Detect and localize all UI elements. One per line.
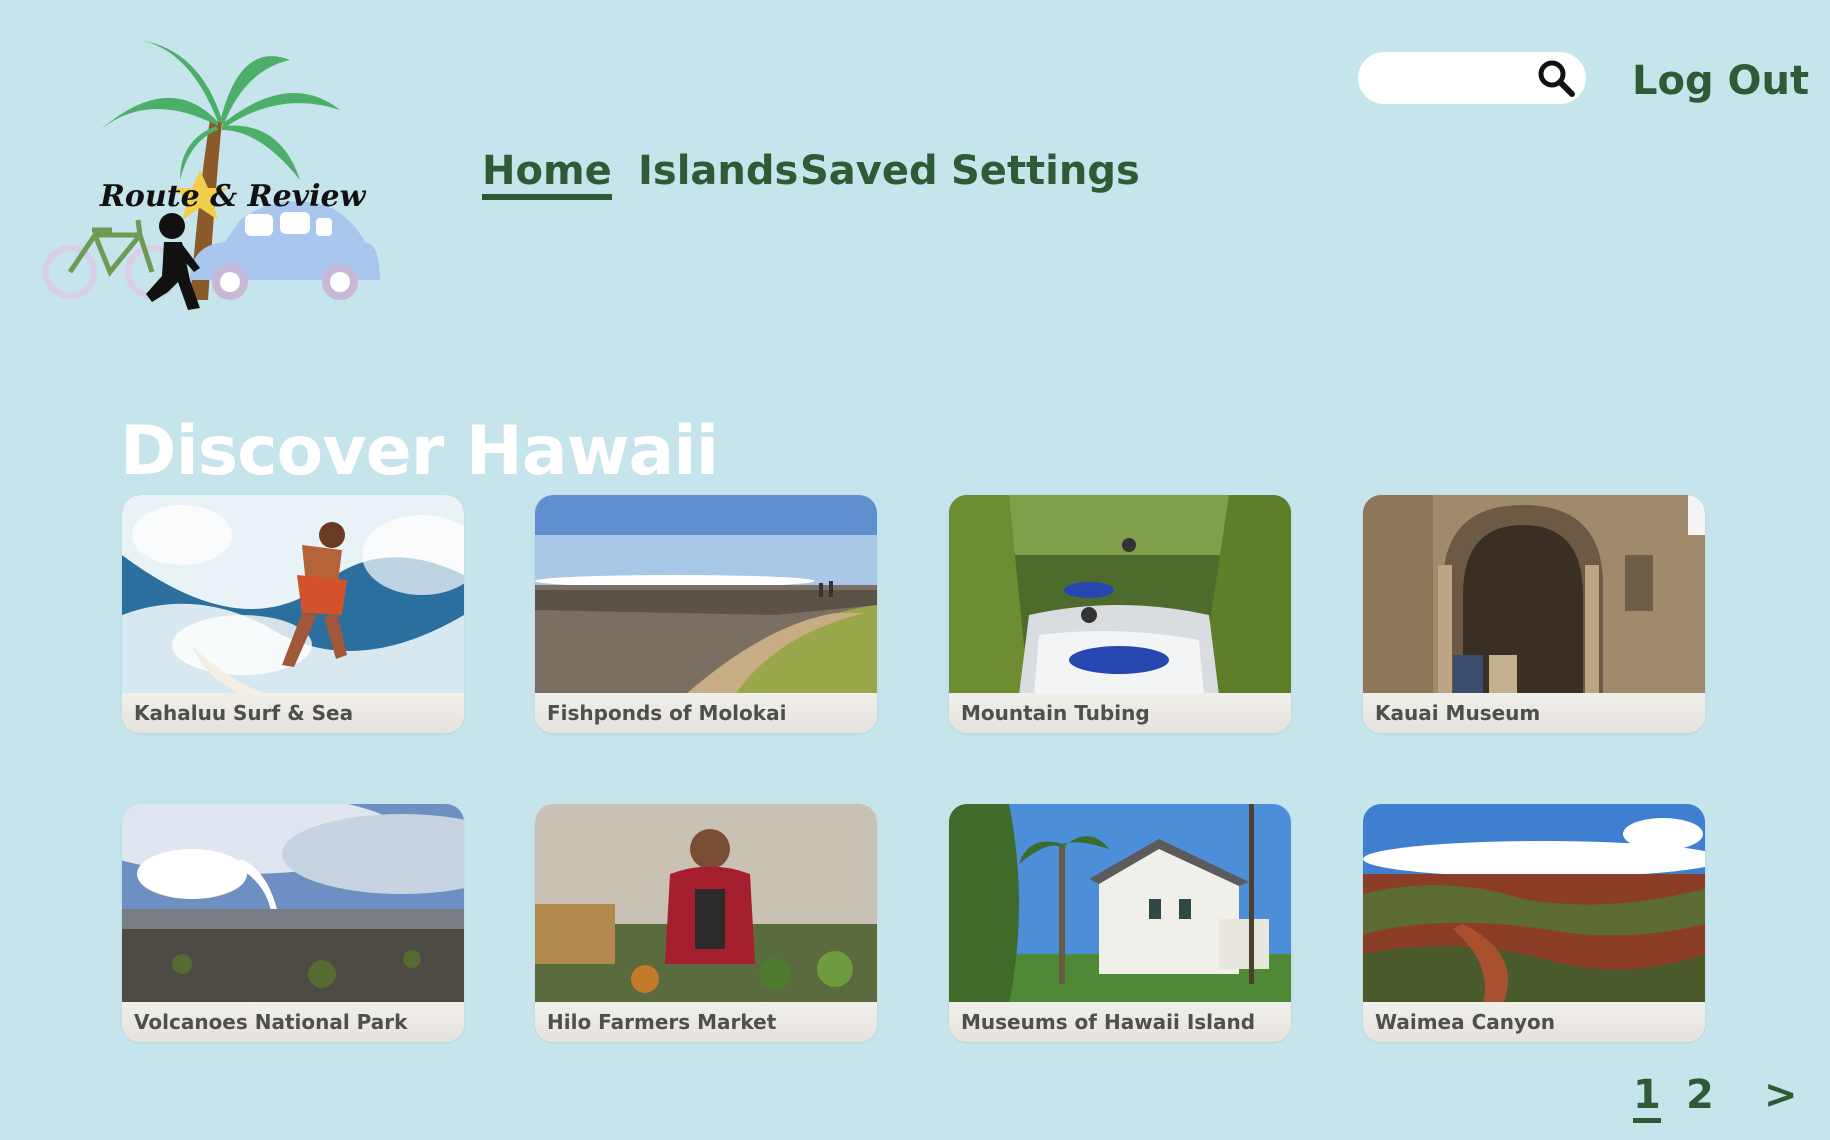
destination-card[interactable]: Volcanoes National Park: [122, 804, 464, 1042]
page-1-link[interactable]: 1: [1633, 1072, 1661, 1123]
destination-card[interactable]: Kahaluu Surf & Sea: [122, 495, 464, 733]
card-caption: Kauai Museum: [1363, 693, 1705, 733]
nav-item-islands[interactable]: Islands: [638, 148, 798, 194]
canyon-image: [1363, 804, 1705, 1004]
destination-card[interactable]: Hilo Farmers Market: [535, 804, 877, 1042]
nav-item-home[interactable]: Home: [482, 148, 612, 200]
fishponds-image: [535, 495, 877, 695]
card-caption: Volcanoes National Park: [122, 1002, 464, 1042]
nav-item-saved[interactable]: Saved: [800, 148, 938, 194]
card-caption: Kahaluu Surf & Sea: [122, 693, 464, 733]
destination-card[interactable]: Waimea Canyon: [1363, 804, 1705, 1042]
search-input[interactable]: [1376, 60, 1530, 98]
logo-image: Route & Review: [43, 40, 380, 310]
destination-card[interactable]: Mountain Tubing: [949, 495, 1291, 733]
next-page-button[interactable]: >: [1764, 1072, 1798, 1118]
market-image: [535, 804, 877, 1004]
volcano-image: [122, 804, 464, 1004]
destination-card[interactable]: Fishponds of Molokai: [535, 495, 877, 733]
nav-item-settings[interactable]: Settings: [951, 148, 1140, 194]
logo-text: Route & Review: [99, 179, 367, 214]
page-title: Discover Hawaii: [120, 411, 719, 491]
card-caption: Hilo Farmers Market: [535, 1002, 877, 1042]
card-caption: Waimea Canyon: [1363, 1002, 1705, 1042]
tubing-image: [949, 495, 1291, 695]
search-box[interactable]: [1358, 52, 1586, 104]
card-caption: Museums of Hawaii Island: [949, 1002, 1291, 1042]
museum-image: [1363, 495, 1705, 695]
search-icon[interactable]: [1536, 58, 1576, 98]
destination-card[interactable]: Museums of Hawaii Island: [949, 804, 1291, 1042]
house-image: [949, 804, 1291, 1004]
logo[interactable]: Route & Review: [40, 30, 400, 330]
logout-button[interactable]: Log Out: [1632, 58, 1809, 104]
card-caption: Fishponds of Molokai: [535, 693, 877, 733]
card-caption: Mountain Tubing: [949, 693, 1291, 733]
surfer-image: [122, 495, 464, 695]
destination-card[interactable]: Kauai Museum: [1363, 495, 1705, 733]
page-2-link[interactable]: 2: [1686, 1072, 1714, 1118]
